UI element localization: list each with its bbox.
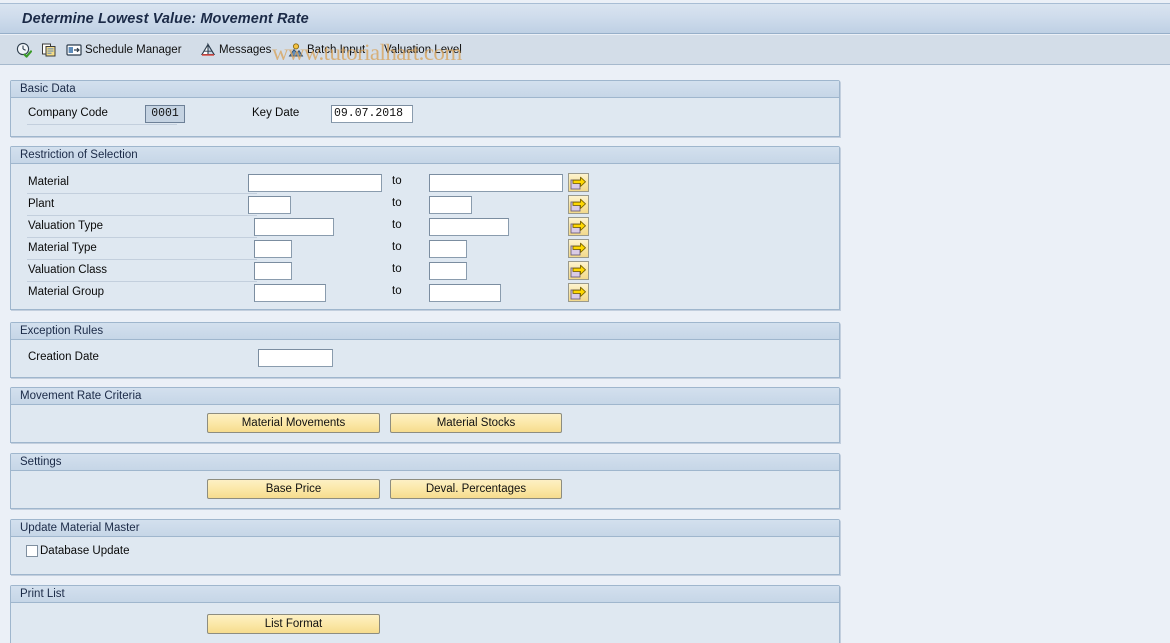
schedule-manager-icon	[66, 42, 82, 58]
key-date-label: Key Date	[252, 107, 300, 119]
plant-to-label: to	[392, 197, 402, 209]
material-from-input[interactable]	[248, 174, 382, 192]
database-update-checkbox[interactable]	[26, 545, 38, 557]
material-to-input[interactable]	[429, 174, 563, 192]
toolbar-schedule-manager-button[interactable]: Schedule Manager	[66, 40, 182, 60]
database-update-label: Database Update	[40, 545, 130, 557]
toolbar-valuation-level-button[interactable]: Valuation Level	[384, 40, 462, 60]
material-type-to-label: to	[392, 241, 402, 253]
creation-date-input[interactable]	[258, 349, 333, 367]
group-restriction-title: Restriction of Selection	[11, 147, 839, 164]
messages-icon	[200, 42, 216, 58]
material-movements-button[interactable]: Material Movements	[207, 413, 380, 433]
toolbar-get-variant-button[interactable]	[41, 40, 60, 60]
toolbar-messages-label: Messages	[219, 44, 272, 56]
group-exception-rules-title: Exception Rules	[11, 323, 839, 340]
material-group-to-input[interactable]	[429, 284, 501, 302]
group-restriction-of-selection: Restriction of Selection Material to Pla…	[10, 146, 840, 310]
field-row-material-group: Material Group to	[11, 283, 839, 305]
creation-date-label: Creation Date	[28, 351, 99, 363]
group-update-material-master-title: Update Material Master	[11, 520, 839, 537]
group-print-list: Print List List Format	[10, 585, 840, 643]
plant-to-input[interactable]	[429, 196, 472, 214]
group-update-material-master: Update Material Master Database Update	[10, 519, 840, 575]
group-settings-title: Settings	[11, 454, 839, 471]
group-exception-rules: Exception Rules Creation Date	[10, 322, 840, 378]
valuation-type-from-input[interactable]	[254, 218, 334, 236]
field-row-plant: Plant to	[11, 195, 839, 217]
arrow-right-document-icon	[569, 262, 588, 279]
toolbar-batch-input-button[interactable]: Batch Input	[288, 40, 365, 60]
plant-label: Plant	[27, 195, 257, 216]
key-date-input[interactable]: 09.07.2018	[331, 105, 413, 123]
deval-percentages-button[interactable]: Deval. Percentages	[390, 479, 562, 499]
material-group-label: Material Group	[28, 286, 105, 298]
field-row-material: Material to	[11, 173, 839, 195]
material-group-to-label: to	[392, 285, 402, 297]
field-row-material-type: Material Type to	[11, 239, 839, 261]
material-type-to-input[interactable]	[429, 240, 467, 258]
toolbar-schedule-manager-label: Schedule Manager	[85, 44, 182, 56]
group-movement-rate-criteria: Movement Rate Criteria Material Movement…	[10, 387, 840, 443]
material-group-from-input[interactable]	[254, 284, 326, 302]
page-title: Determine Lowest Value: Movement Rate	[22, 11, 309, 27]
material-label: Material	[27, 173, 257, 194]
execute-clock-icon	[16, 42, 33, 58]
group-settings: Settings Base Price Deval. Percentages	[10, 453, 840, 509]
group-basic-data: Basic Data Company Code 0001 Key Date 09…	[10, 80, 840, 137]
field-row-valuation-class: Valuation Class to	[11, 261, 839, 283]
valuation-type-label: Valuation Type	[27, 217, 257, 238]
material-type-label: Material Type	[27, 239, 257, 260]
valuation-type-multiple-selection-button[interactable]	[568, 217, 589, 236]
arrow-right-document-icon	[569, 240, 588, 257]
arrow-right-document-icon	[569, 218, 588, 235]
arrow-right-document-icon	[569, 174, 588, 191]
group-settings-body: Base Price Deval. Percentages	[11, 471, 839, 508]
group-basic-data-title: Basic Data	[11, 81, 839, 98]
material-type-multiple-selection-button[interactable]	[568, 239, 589, 258]
toolbar-execute-button[interactable]	[16, 40, 35, 60]
plant-from-input[interactable]	[248, 196, 291, 214]
group-basic-data-body: Company Code 0001 Key Date 09.07.2018	[11, 98, 839, 136]
valuation-type-to-label: to	[392, 219, 402, 231]
company-code-input[interactable]: 0001	[145, 105, 185, 123]
list-format-button[interactable]: List Format	[207, 614, 380, 634]
group-restriction-body: Material to Plant to Valuation Type to M…	[11, 164, 839, 309]
application-toolbar: Schedule Manager Messages Batch Input Va…	[0, 35, 1170, 65]
group-movement-rate-criteria-body: Material Movements Material Stocks	[11, 405, 839, 442]
copy-variant-icon	[41, 42, 57, 58]
valuation-class-to-input[interactable]	[429, 262, 467, 280]
arrow-right-document-icon	[569, 196, 588, 213]
group-print-list-title: Print List	[11, 586, 839, 603]
valuation-class-label: Valuation Class	[27, 261, 257, 282]
arrow-right-document-icon	[569, 284, 588, 301]
material-stocks-button[interactable]: Material Stocks	[390, 413, 562, 433]
material-group-multiple-selection-button[interactable]	[568, 283, 589, 302]
valuation-class-to-label: to	[392, 263, 402, 275]
batch-input-icon	[288, 42, 304, 58]
material-type-from-input[interactable]	[254, 240, 292, 258]
toolbar-valuation-level-label: Valuation Level	[384, 44, 462, 56]
plant-multiple-selection-button[interactable]	[568, 195, 589, 214]
valuation-class-from-input[interactable]	[254, 262, 292, 280]
toolbar-batch-input-label: Batch Input	[307, 44, 366, 56]
material-to-label: to	[392, 175, 402, 187]
toolbar-messages-button[interactable]: Messages	[200, 40, 271, 60]
base-price-button[interactable]: Base Price	[207, 479, 380, 499]
field-row-valuation-type: Valuation Type to	[11, 217, 839, 239]
group-update-material-master-body: Database Update	[11, 537, 839, 574]
database-update-checkbox-row[interactable]: Database Update	[26, 545, 130, 557]
group-movement-rate-criteria-title: Movement Rate Criteria	[11, 388, 839, 405]
group-print-list-body: List Format	[11, 603, 839, 643]
valuation-class-multiple-selection-button[interactable]	[568, 261, 589, 280]
material-multiple-selection-button[interactable]	[568, 173, 589, 192]
valuation-type-to-input[interactable]	[429, 218, 509, 236]
group-exception-rules-body: Creation Date	[11, 340, 839, 377]
window-title-bar: Determine Lowest Value: Movement Rate	[0, 3, 1170, 34]
